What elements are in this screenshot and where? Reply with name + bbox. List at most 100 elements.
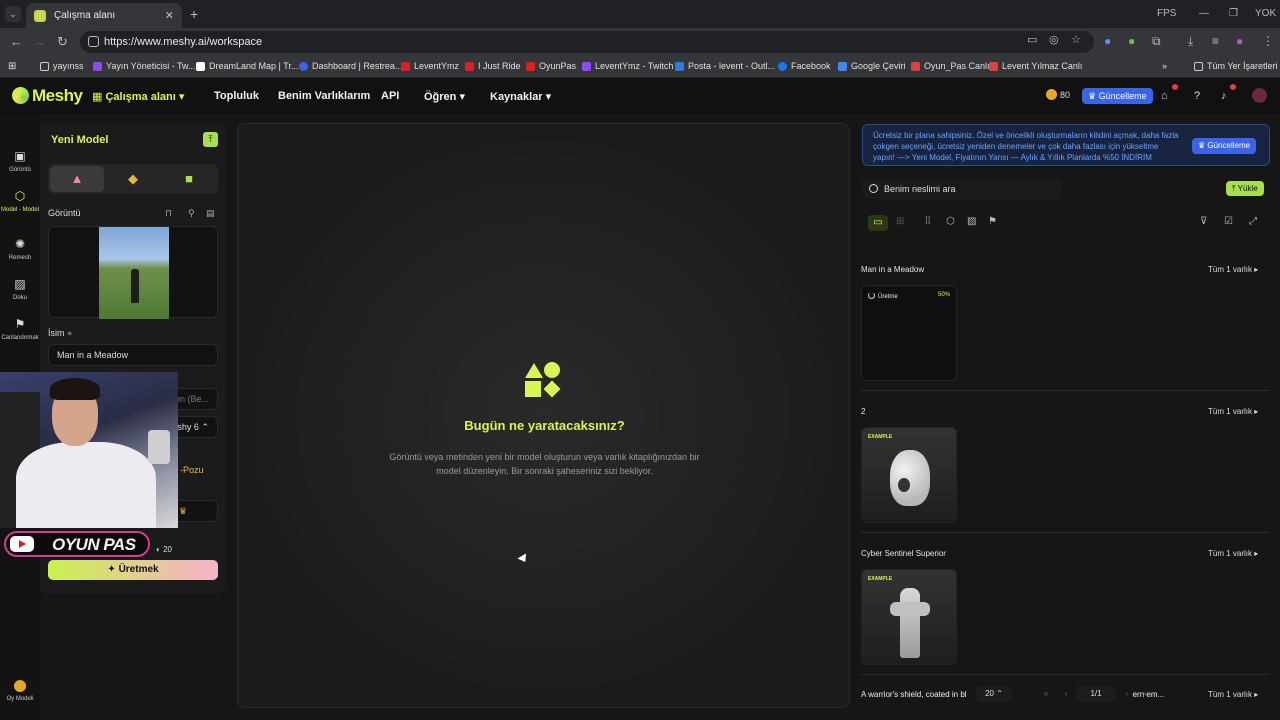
last-page-icon[interactable]: » <box>1136 686 1154 702</box>
help-icon[interactable]: ? <box>1194 90 1200 102</box>
maximize-button[interactable]: ❐ <box>1229 8 1238 19</box>
fullscreen-icon[interactable]: ⤢ <box>1249 216 1257 227</box>
profile-label[interactable]: YOK <box>1255 8 1276 19</box>
bell-icon[interactable]: ♪ <box>1221 90 1227 102</box>
bookmark[interactable]: LeventYmz <box>401 61 459 71</box>
apps-icon[interactable]: ⊞ <box>8 61 16 72</box>
nav-api[interactable]: API <box>381 90 399 102</box>
reading-list-icon[interactable]: ≡ <box>1212 34 1219 48</box>
url-bar[interactable]: https://www.meshy.ai/workspace <box>80 31 1094 53</box>
extensions-icon[interactable]: ⧉ <box>1152 34 1161 49</box>
avatar[interactable] <box>1252 88 1267 103</box>
notification-dot <box>1172 84 1178 90</box>
nav-learn[interactable]: Öğren ▾ <box>424 90 465 103</box>
vote-icon <box>14 680 26 692</box>
tab-search-button[interactable]: ⌄ <box>5 6 21 22</box>
extension-icon[interactable]: ● <box>1104 34 1111 48</box>
view-all-link[interactable]: Tüm 1 varlık ▸ <box>1208 549 1258 558</box>
section-title: Man in a Meadow <box>861 265 925 274</box>
page-size-select[interactable]: 20 ⌃ <box>976 686 1012 702</box>
nav-resources[interactable]: Kaynaklar ▾ <box>490 90 551 103</box>
all-bookmarks[interactable]: Tüm Yer İşaretleri <box>1194 61 1278 71</box>
view-all-link[interactable]: Tüm 1 varlık ▸ <box>1208 407 1258 416</box>
download-icon[interactable]: ⤓ <box>1188 34 1193 49</box>
profile-avatar-icon[interactable]: ● <box>1236 34 1243 48</box>
bookmark[interactable]: yayınss <box>40 61 84 71</box>
dots-grid-icon[interactable]: ⁞⁞ <box>925 216 931 227</box>
new-tab-button[interactable]: + <box>190 6 198 22</box>
star-icon[interactable]: ☆ <box>1071 33 1081 46</box>
nav-workspace[interactable]: ▦ Çalışma alanı ▾ <box>92 90 184 103</box>
page-indicator[interactable]: 1/1 <box>1076 686 1116 702</box>
progress-percent: 50% <box>938 292 951 298</box>
first-page-icon[interactable]: « <box>1036 686 1056 702</box>
asset-card-example[interactable]: EXAMPLE <box>861 427 957 523</box>
bookmark[interactable]: Posta - levent - Outl... <box>675 61 775 71</box>
nav-my-assets[interactable]: Benim Varlıklarım <box>278 90 370 102</box>
bookmark[interactable]: Yayın Yöneticisi - Tw... <box>93 61 196 71</box>
upload-icon[interactable]: ⤒ <box>203 132 218 147</box>
bookmark[interactable]: OyunPas <box>526 61 576 71</box>
rail-animate[interactable]: ⚑ Canlandırmak <box>0 318 40 342</box>
rail-model[interactable]: ⬡ Model - Model <box>0 190 40 214</box>
nav-community[interactable]: Topluluk <box>214 90 259 102</box>
microphone <box>148 430 170 464</box>
bookmark[interactable]: Google Çeviri <box>838 61 906 71</box>
remesh-icon: ✺ <box>14 237 26 251</box>
bookmark[interactable]: DreamLand Map | Tr... <box>196 61 298 71</box>
select-icon[interactable]: ☑ <box>1224 216 1233 227</box>
texture-filter-icon[interactable]: ▨ <box>967 216 976 227</box>
extension-icon[interactable]: ● <box>1128 34 1135 48</box>
asset-card-example[interactable]: EXAMPLE <box>861 569 957 665</box>
next-page-icon[interactable]: › <box>1118 686 1136 702</box>
mode-text-to-3d[interactable]: ■ <box>162 166 216 192</box>
prev-page-icon[interactable]: ‹ <box>1056 686 1076 702</box>
bookmark[interactable]: Oyun_Pas Canlı <box>911 61 990 71</box>
search-input[interactable]: Benim neslimi ara <box>862 179 1062 199</box>
animation-filter-icon[interactable]: ⚑ <box>988 216 997 227</box>
cast-icon[interactable]: ▭ <box>1027 33 1037 46</box>
view-all-link[interactable]: Tüm 1 varlık ▸ <box>1208 690 1258 699</box>
cube-filter-icon[interactable]: ⬡ <box>946 216 955 227</box>
grid-view-icon[interactable]: ⊞ <box>896 216 904 227</box>
banner-upgrade-button[interactable]: ♛ Güncelleme <box>1192 138 1257 154</box>
minimize-button[interactable]: — <box>1199 8 1209 19</box>
mode-multi-image[interactable]: ◆ <box>106 166 160 192</box>
site-info-icon[interactable] <box>88 36 99 47</box>
bookmark[interactable]: Levent Yılmaz Canlı <box>989 61 1082 71</box>
generate-button[interactable]: ✦ Üretmek <box>48 560 218 580</box>
browser-tab-active[interactable]: Çalışma alanı ✕ <box>26 3 182 28</box>
mode-image-to-3d[interactable]: ▲ <box>50 166 104 192</box>
asset-card-generating[interactable]: Üretme 50% <box>861 285 957 381</box>
rail-texture[interactable]: ▨ Doku <box>0 278 40 302</box>
rail-vote-model[interactable]: Oy Modeli <box>0 680 40 702</box>
bookmark[interactable]: LeventYmz - Twitch <box>582 61 673 71</box>
upload-button[interactable]: ⤒ Yükle <box>1226 181 1264 196</box>
url-text: https://www.meshy.ai/workspace <box>104 36 263 48</box>
bookmark[interactable]: Dashboard | Restrea... <box>299 61 402 71</box>
shapes-icon <box>524 361 562 399</box>
folder-view-icon[interactable]: ▭ <box>868 215 888 231</box>
meshy-logo[interactable]: Meshy <box>12 86 83 106</box>
menu-icon[interactable]: ⋮ <box>1262 34 1274 48</box>
view-all-link[interactable]: Tüm 1 varlık ▸ <box>1208 265 1258 274</box>
upgrade-button[interactable]: ♛ Güncelleme <box>1082 88 1153 104</box>
hide-icon[interactable]: ◎ <box>1049 33 1059 46</box>
name-field[interactable]: Man in a Meadow <box>48 344 218 366</box>
compare-icon[interactable]: ⊓ <box>165 208 172 219</box>
pin-icon[interactable]: ⚲ <box>188 208 195 219</box>
forward-icon[interactable]: → <box>33 34 46 49</box>
reload-icon[interactable]: ↻ <box>57 34 68 50</box>
viewport-canvas[interactable]: Bugün ne yaratacaksınız? Görüntü veya me… <box>237 123 850 708</box>
delete-icon[interactable]: ▤ <box>206 208 215 219</box>
rail-remesh[interactable]: ✺ Remesh <box>0 238 40 262</box>
bookmark[interactable]: I Just Ride <box>465 61 521 71</box>
bookmark[interactable]: Facebook <box>778 61 831 71</box>
rail-image[interactable]: ▣ Görüntü <box>0 150 40 174</box>
clear-filter-icon[interactable]: ⊽ <box>1200 216 1207 227</box>
back-icon[interactable]: ← <box>10 34 23 49</box>
gift-icon[interactable]: ⌂ <box>1161 90 1168 102</box>
image-upload-box[interactable] <box>48 226 218 319</box>
more-bookmarks-icon[interactable]: » <box>1162 61 1167 71</box>
close-tab-icon[interactable]: ✕ <box>165 9 174 22</box>
